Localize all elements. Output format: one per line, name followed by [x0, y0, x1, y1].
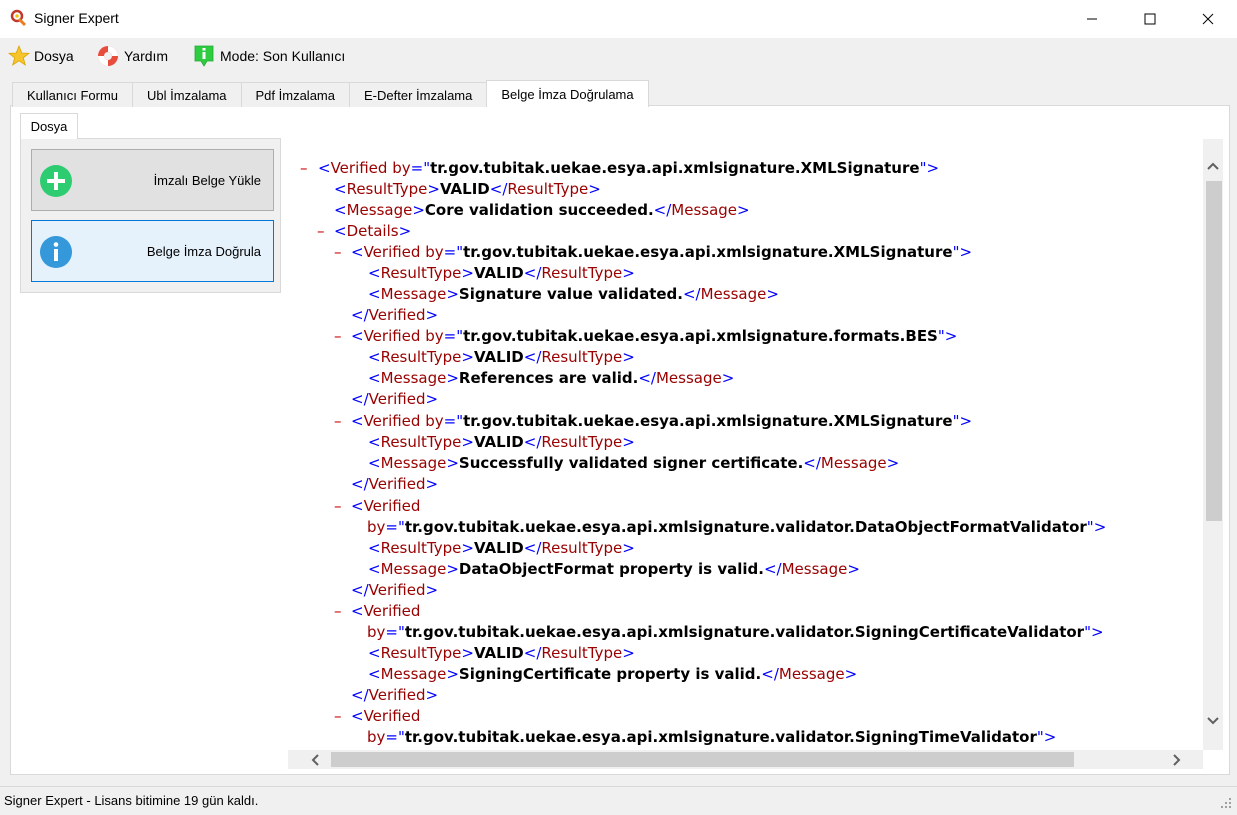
collapse-toggle[interactable]: – [334, 706, 342, 727]
xml-line: <Message>Signature value validated.</Mes… [368, 285, 779, 303]
vertical-scrollbar[interactable] [1203, 139, 1223, 750]
xml-line: <Verified by="tr.gov.tubitak.uekae.esya.… [351, 327, 958, 345]
close-icon [1202, 13, 1214, 25]
menu-file[interactable]: Dosya [8, 44, 74, 68]
horizontal-scroll-thumb[interactable] [331, 752, 1074, 767]
xml-line: </Verified> [351, 475, 439, 493]
xml-content: – <Verified by="tr.gov.tubitak.uekae.esy… [288, 158, 1203, 750]
collapse-toggle[interactable]: – [334, 601, 342, 622]
xml-result-viewer[interactable]: – <Verified by="tr.gov.tubitak.uekae.esy… [288, 139, 1223, 769]
title-bar: Signer Expert [0, 0, 1237, 38]
status-bar: Signer Expert - Lisans bitimine 19 gün k… [0, 786, 1237, 815]
status-text: Signer Expert - Lisans bitimine 19 gün k… [4, 793, 259, 808]
verify-document-signature-button[interactable]: Belge İmza Doğrula [31, 220, 274, 282]
xml-line: </Verified> [351, 686, 439, 704]
xml-line: by="tr.gov.tubitak.uekae.esya.api.xmlsig… [367, 518, 1107, 536]
xml-line: by="tr.gov.tubitak.uekae.esya.api.xmlsig… [367, 623, 1104, 641]
vertical-scroll-thumb[interactable] [1206, 181, 1222, 521]
xml-line: <Verified [351, 497, 421, 515]
xml-line: <Message>References are valid.</Message> [368, 369, 735, 387]
xml-line: <ResultType>VALID</ResultType> [368, 539, 635, 557]
xml-line: </Verified> [351, 581, 439, 599]
xml-line: <ResultType>VALID</ResultType> [368, 264, 635, 282]
horizontal-scrollbar[interactable] [288, 750, 1203, 769]
xml-line: </Verified> [351, 306, 439, 324]
minimize-button[interactable] [1063, 0, 1121, 38]
menu-bar: Dosya Yardım Mode: Son Kullanıcı [0, 38, 1237, 74]
collapse-toggle[interactable]: – [334, 326, 342, 347]
tab-pdf-signing[interactable]: Pdf İmzalama [240, 82, 350, 107]
menu-file-label: Dosya [34, 48, 74, 64]
xml-line: </Verified> [351, 390, 439, 408]
collapse-toggle[interactable]: – [300, 158, 308, 179]
scroll-up-icon[interactable] [1206, 159, 1220, 173]
xml-line: <Message>Core validation succeeded.</Mes… [334, 201, 750, 219]
minimize-icon [1087, 18, 1097, 20]
star-icon [8, 45, 30, 66]
collapse-toggle[interactable]: – [317, 221, 325, 242]
collapse-toggle[interactable]: – [334, 411, 342, 432]
tab-ubl-signing[interactable]: Ubl İmzalama [132, 82, 242, 107]
xml-line: <Message>SigningCertificate property is … [368, 665, 858, 683]
xml-line: by="tr.gov.tubitak.uekae.esya.api.xmlsig… [367, 728, 1057, 746]
xml-line: <ResultType>VALID</ResultType> [368, 348, 635, 366]
close-button[interactable] [1179, 0, 1237, 38]
tab-edefter-signing[interactable]: E-Defter İmzalama [349, 82, 488, 107]
xml-line: <Verified by="tr.gov.tubitak.uekae.esya.… [351, 412, 973, 430]
scroll-down-icon[interactable] [1206, 714, 1220, 728]
xml-line: <ResultType>VALID</ResultType> [368, 433, 635, 451]
load-signed-document-label: İmzalı Belge Yükle [153, 172, 261, 188]
menu-mode[interactable]: Mode: Son Kullanıcı [192, 44, 345, 68]
plus-circle-icon [40, 165, 72, 197]
load-signed-document-button[interactable]: İmzalı Belge Yükle [31, 149, 274, 211]
resize-grip-icon[interactable] [1220, 797, 1232, 809]
tab-document-signature-verification[interactable]: Belge İmza Doğrulama [486, 80, 649, 107]
lifebuoy-icon [98, 46, 118, 66]
xml-line: <Verified [351, 707, 421, 725]
xml-line: <Verified [351, 602, 421, 620]
menu-help[interactable]: Yardım [96, 44, 168, 68]
xml-line: <Verified by="tr.gov.tubitak.uekae.esya.… [351, 243, 973, 261]
xml-line: <ResultType>VALID</ResultType> [334, 180, 601, 198]
app-logo-icon [10, 9, 27, 27]
verify-document-signature-label: Belge İmza Doğrula [146, 243, 261, 259]
info-badge-icon [194, 45, 214, 67]
xml-line: <Details> [334, 222, 412, 240]
inner-tab-file[interactable]: Dosya [20, 113, 78, 139]
maximize-button[interactable] [1121, 0, 1179, 38]
maximize-icon [1144, 13, 1156, 25]
collapse-toggle[interactable]: – [334, 242, 342, 263]
xml-line: <ResultType>VALID</ResultType> [368, 644, 635, 662]
xml-line: <Verified by="tr.gov.tubitak.uekae.esya.… [318, 159, 940, 177]
menu-mode-label: Mode: Son Kullanıcı [220, 48, 346, 64]
window-title: Signer Expert [34, 10, 119, 26]
collapse-toggle[interactable]: – [334, 496, 342, 517]
xml-line: <Message>DataObjectFormat property is va… [368, 560, 860, 578]
tab-user-form[interactable]: Kullanıcı Formu [12, 82, 134, 107]
scroll-right-icon[interactable] [1170, 753, 1184, 767]
info-circle-icon [40, 236, 72, 268]
main-tab-strip: Kullanıcı Formu Ubl İmzalama Pdf İmzalam… [12, 80, 649, 107]
menu-help-label: Yardım [124, 48, 169, 64]
action-panel: İmzalı Belge Yükle Belge İmza Doğrula [20, 138, 281, 293]
scroll-left-icon[interactable] [308, 753, 322, 767]
xml-line: <Message>Successfully validated signer c… [368, 454, 900, 472]
